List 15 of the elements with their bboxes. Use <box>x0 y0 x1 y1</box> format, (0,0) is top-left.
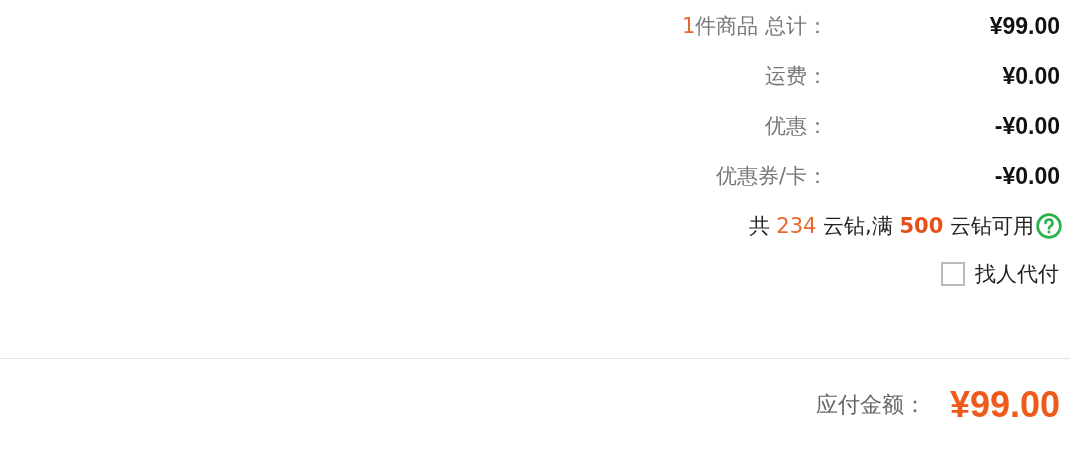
checkbox-label: 找人代付 <box>975 261 1059 288</box>
checkbox[interactable] <box>941 262 965 286</box>
summary-label: 运费： <box>765 63 828 90</box>
summary-label: 优惠： <box>765 113 828 140</box>
total-amount: ¥99.00 <box>949 384 1060 426</box>
coins-text: 共 234 云钻,满 500 云钻可用 <box>748 213 1034 240</box>
summary-value: ¥0.00 <box>1002 62 1060 90</box>
summary-value: -¥0.00 <box>994 112 1060 140</box>
summary-label: 件商品 总计： <box>695 14 828 38</box>
summary-value: ¥99.00 <box>989 12 1060 40</box>
total-label: 应付金额： <box>815 391 926 419</box>
summary-label: 优惠券/卡： <box>715 163 828 190</box>
item-count: 1 <box>681 14 696 38</box>
summary-value: -¥0.00 <box>994 162 1060 190</box>
help-icon[interactable] <box>1036 213 1062 239</box>
